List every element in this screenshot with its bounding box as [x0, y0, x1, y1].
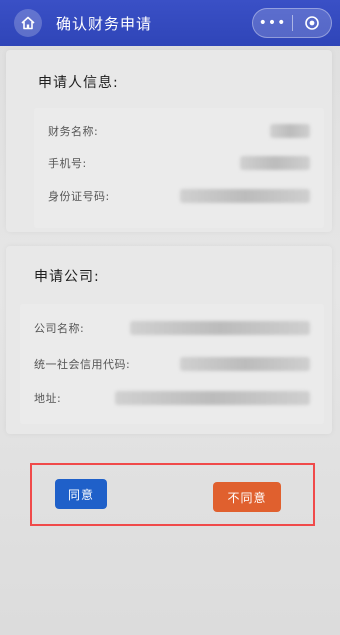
field-row-phone: 手机号:	[48, 153, 310, 173]
home-button[interactable]	[14, 9, 42, 37]
redacted-value	[270, 124, 310, 138]
disagree-button[interactable]: 不同意	[213, 482, 281, 512]
close-button[interactable]	[293, 9, 331, 37]
redacted-value	[180, 357, 310, 371]
field-label: 公司名称:	[34, 322, 85, 335]
field-row-id-number: 身份证号码:	[48, 186, 310, 206]
field-row-company-name: 公司名称:	[34, 318, 310, 338]
mini-program-capsule: •••	[252, 8, 332, 38]
field-label: 统一社会信用代码:	[34, 358, 131, 371]
field-label: 身份证号码:	[48, 190, 110, 203]
top-navigation-bar: 确认财务申请 •••	[0, 0, 340, 46]
field-row-address: 地址:	[34, 388, 310, 408]
field-row-credit-code: 统一社会信用代码:	[34, 354, 310, 374]
redacted-value	[130, 321, 310, 335]
close-target-icon	[305, 16, 319, 30]
home-icon	[21, 16, 35, 30]
company-section-title: 申请公司:	[34, 269, 100, 285]
page-title: 确认财务申请	[56, 15, 153, 33]
agree-button[interactable]: 同意	[55, 479, 107, 509]
redacted-value	[115, 391, 310, 405]
field-label: 手机号:	[48, 157, 87, 170]
applicant-fields-panel: 财务名称: 手机号: 身份证号码:	[34, 108, 324, 228]
field-label: 地址:	[34, 392, 62, 405]
applicant-info-card: 申请人信息: 财务名称: 手机号: 身份证号码:	[6, 50, 332, 232]
company-info-card: 申请公司: 公司名称: 统一社会信用代码: 地址:	[6, 246, 332, 434]
field-label: 财务名称:	[48, 125, 99, 138]
applicant-section-title: 申请人信息:	[38, 75, 119, 91]
field-row-finance-name: 财务名称:	[48, 121, 310, 141]
company-fields-panel: 公司名称: 统一社会信用代码: 地址:	[20, 304, 324, 424]
redacted-value	[180, 189, 310, 203]
more-button[interactable]: •••	[253, 9, 292, 37]
redacted-value	[240, 156, 310, 170]
